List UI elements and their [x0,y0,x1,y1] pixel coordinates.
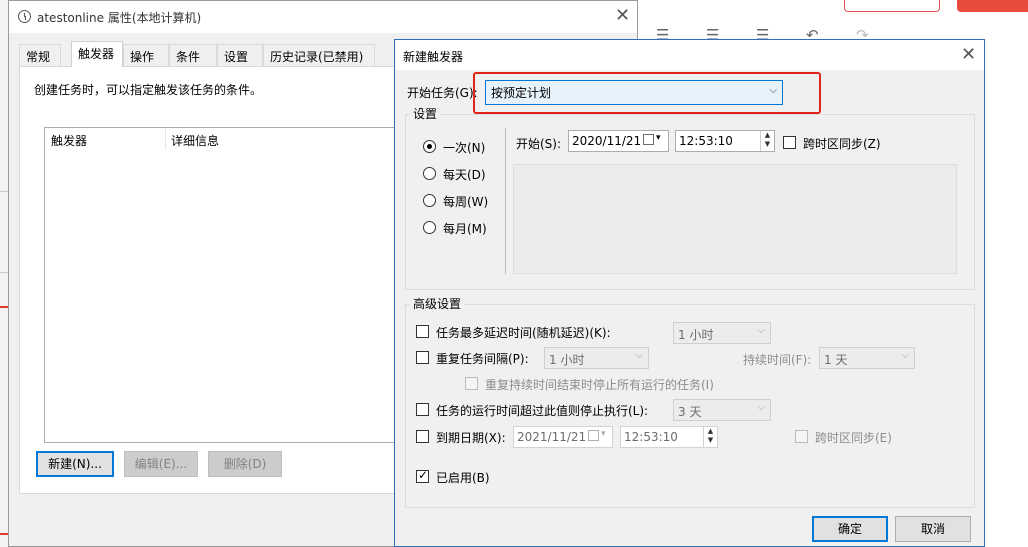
edit-trigger-button[interactable]: 编辑(E)... [124,451,198,477]
new-trigger-button[interactable]: 新建(N)... [36,451,114,477]
begin-task-label: 开始任务(G): [407,86,478,100]
repeat-label: 重复任务间隔(P): [436,352,529,366]
task-clock-icon [18,10,31,23]
expire-box [416,430,429,443]
column-header-details[interactable]: 详细信息 [171,132,219,149]
radio-daily-indicator [423,167,436,180]
duration-label: 持续时间(F): [743,353,812,367]
cancel-button[interactable]: 取消 [895,516,971,542]
advanced-group-label: 高级设置 [410,295,465,312]
duration-value: 1 天 [824,353,848,367]
stop-repeat-box [465,377,478,390]
chevron-down-icon: ▾ [601,429,606,439]
sync-timezone-label: 跨时区同步(Z) [803,137,881,151]
expire-time-picker[interactable]: 12:53:10 ▲ ▼ [620,426,718,448]
start-label: 开始(S): [516,137,562,151]
tab-general[interactable]: 常规 [19,44,61,66]
radio-once-label: 一次(N) [443,141,486,155]
radio-monthly-label: 每月(M) [443,222,487,236]
ok-button[interactable]: 确定 [812,516,888,542]
enabled-box [416,468,429,483]
panel-description: 创建任务时，可以指定触发该任务的条件。 [34,83,263,97]
chevron-down-icon: ⌵ [635,350,643,361]
expire-sync-box [795,430,808,443]
settings-divider [505,128,506,274]
stop-after-label: 任务的运行时间超过此值则停止执行(L): [436,404,649,418]
chevron-down-icon: ▾ [656,133,661,143]
tab-settings[interactable]: 设置 [217,44,263,66]
radio-monthly-indicator [423,221,436,234]
calendar-icon [643,134,654,145]
stop-repeat-label: 重复持续时间结束时停止所有运行的任务(I) [485,378,714,392]
stop-after-combo[interactable]: 3 天 ⌵ [673,399,771,421]
close-icon[interactable]: ✕ [615,7,630,25]
chevron-down-icon: ⌵ [757,402,765,413]
background-outline-button [844,0,940,12]
dialog-title: 新建触发器 [403,50,464,64]
dialog-close-icon[interactable]: ✕ [961,46,976,64]
radio-daily-label: 每天(D) [443,168,486,182]
start-date-picker[interactable]: 2020/11/21 ▾ [568,130,669,152]
repeat-box [416,351,429,364]
delay-box [416,325,429,338]
duration-combo[interactable]: 1 天 ⌵ [819,347,915,369]
settings-group-label: 设置 [410,105,441,122]
start-date-value: 2020/11/21 [572,134,642,148]
stop-after-box [416,403,429,416]
chevron-down-icon: ⌵ [757,325,765,336]
spin-buttons[interactable]: ▲ ▼ [760,131,774,151]
tab-actions[interactable]: 操作 [123,44,169,66]
tab-history[interactable]: 历史记录(已禁用) [263,44,375,66]
column-separator [165,128,166,150]
stop-after-value: 3 天 [678,405,702,419]
radio-weekly-indicator [423,194,436,207]
delete-trigger-button[interactable]: 删除(D) [208,451,282,477]
new-trigger-dialog: 新建触发器 ✕ 开始任务(G): 按预定计划 ⌵ 设置 一次(N) 每天(D) … [394,39,985,547]
enabled-label: 已启用(B) [436,471,490,485]
tab-triggers[interactable]: 触发器 [71,41,123,67]
spin-buttons[interactable]: ▲ ▼ [703,427,717,447]
triggers-list[interactable]: 触发器 详细信息 [44,127,424,443]
repeat-combo[interactable]: 1 小时 ⌵ [544,347,649,369]
chevron-down-icon: ⌵ [901,350,909,361]
column-header-trigger[interactable]: 触发器 [51,132,87,149]
repeat-value: 1 小时 [549,353,585,367]
background-filled-button [957,0,1028,12]
expire-time-value: 12:53:10 [624,430,678,444]
tab-conditions[interactable]: 条件 [169,44,217,66]
schedule-details-area [513,164,957,274]
calendar-icon [588,430,599,441]
title-bar: atestonline 属性(本地计算机) ✕ [9,1,637,33]
start-time-picker[interactable]: 12:53:10 ▲ ▼ [675,130,775,152]
sync-timezone-box [783,136,796,149]
radio-weekly-label: 每周(W) [443,195,489,209]
delay-label: 任务最多延迟时间(随机延迟)(K): [436,326,611,340]
expire-label: 到期日期(X): [436,431,506,445]
delay-value: 1 小时 [678,328,714,342]
expire-sync-label: 跨时区同步(E) [815,431,892,445]
radio-once-indicator [423,140,436,153]
expire-date-value: 2021/11/21 [517,430,587,444]
dialog-title-bar: 新建触发器 ✕ [395,40,984,70]
start-time-value: 12:53:10 [679,134,733,148]
expire-date-picker[interactable]: 2021/11/21 ▾ [513,426,613,448]
window-title: atestonline 属性(本地计算机) [37,11,202,25]
delay-combo[interactable]: 1 小时 ⌵ [673,322,771,344]
highlight-box [473,72,821,114]
